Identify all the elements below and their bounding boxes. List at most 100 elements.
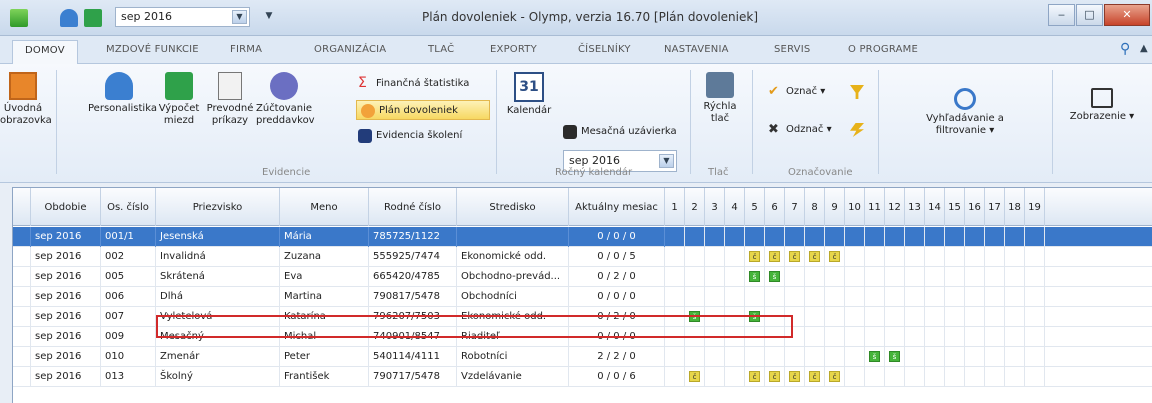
day-cell[interactable] <box>925 307 945 327</box>
day-cell[interactable] <box>925 247 945 267</box>
day-cell[interactable] <box>1025 247 1045 267</box>
flash-icon[interactable] <box>850 120 866 140</box>
day-cell[interactable] <box>965 247 985 267</box>
column-meno[interactable]: Meno <box>280 188 369 226</box>
column-day[interactable]: 19 <box>1025 188 1045 226</box>
cell-os-cislo[interactable]: 007 <box>101 307 156 327</box>
collapse-ribbon-icon[interactable]: ▲ <box>1140 43 1148 54</box>
employee-grid[interactable]: Obdobie Os. číslo Priezvisko Meno Rodné … <box>12 187 1152 403</box>
column-day[interactable]: 15 <box>945 188 965 226</box>
column-obdobie[interactable]: Obdobie <box>31 188 101 226</box>
day-cell[interactable] <box>845 367 865 387</box>
day-cell[interactable] <box>785 267 805 287</box>
cell-obdobie[interactable]: sep 2016 <box>31 307 101 327</box>
day-cell[interactable] <box>825 347 845 367</box>
cell-obdobie[interactable]: sep 2016 <box>31 267 101 287</box>
day-cell[interactable] <box>1025 307 1045 327</box>
cell-obdobie[interactable]: sep 2016 <box>31 327 101 347</box>
zuctovanie-preddavkov-button[interactable]: Zúčtovanie preddavkov <box>256 72 315 127</box>
day-cell[interactable] <box>785 287 805 307</box>
day-cell[interactable] <box>1005 347 1025 367</box>
day-cell[interactable] <box>725 247 745 267</box>
day-cell[interactable] <box>965 347 985 367</box>
day-cell[interactable] <box>665 367 685 387</box>
cell-stredisko[interactable]: Robotníci <box>457 347 569 367</box>
day-cell[interactable] <box>985 367 1005 387</box>
tab-servis[interactable]: SERVIS <box>774 44 810 55</box>
day-cell[interactable] <box>945 227 965 247</box>
cell-rodne-cislo[interactable]: 540114/4111 <box>369 347 457 367</box>
day-cell[interactable] <box>845 267 865 287</box>
day-cell[interactable] <box>765 287 785 307</box>
row-indicator[interactable] <box>13 327 31 347</box>
tab-exporty[interactable]: EXPORTY <box>490 44 537 55</box>
day-cell[interactable] <box>945 347 965 367</box>
day-cell[interactable]: č <box>805 247 825 267</box>
day-cell[interactable] <box>685 347 705 367</box>
day-cell[interactable] <box>945 287 965 307</box>
cell-obdobie[interactable]: sep 2016 <box>31 367 101 387</box>
day-cell[interactable] <box>985 247 1005 267</box>
day-cell[interactable] <box>1005 247 1025 267</box>
day-cell[interactable]: č <box>825 247 845 267</box>
odznac-button[interactable]: ✖ Odznač ▾ <box>768 120 832 140</box>
cell-os-cislo[interactable]: 005 <box>101 267 156 287</box>
day-cell[interactable] <box>1025 287 1045 307</box>
tab-tlac[interactable]: TLAČ <box>428 44 454 55</box>
cell-os-cislo[interactable]: 010 <box>101 347 156 367</box>
day-cell[interactable] <box>825 267 845 287</box>
vyhladavanie-button[interactable]: Vyhľadávanie a filtrovanie ▾ <box>910 88 1020 137</box>
day-cell[interactable] <box>865 247 885 267</box>
day-cell[interactable] <box>825 227 845 247</box>
day-cell[interactable] <box>725 347 745 367</box>
day-cell[interactable]: č <box>745 367 765 387</box>
cell-stredisko[interactable]: Obchodno-prevád... <box>457 267 569 287</box>
column-day[interactable]: 1 <box>665 188 685 226</box>
day-cell[interactable] <box>985 267 1005 287</box>
chevron-down-icon[interactable]: ▼ <box>232 10 247 24</box>
day-cell[interactable] <box>705 227 725 247</box>
day-cell[interactable] <box>705 247 725 267</box>
day-cell[interactable] <box>825 327 845 347</box>
person-icon[interactable] <box>60 9 78 27</box>
cell-obdobie[interactable]: sep 2016 <box>31 287 101 307</box>
day-cell[interactable] <box>945 367 965 387</box>
tab-organizacia[interactable]: ORGANIZÁCIA <box>314 44 386 55</box>
column-day[interactable]: 14 <box>925 188 945 226</box>
column-day[interactable]: 7 <box>785 188 805 226</box>
vypocet-miezd-button[interactable]: Výpočet miezd <box>156 72 202 127</box>
day-cell[interactable] <box>865 367 885 387</box>
column-day[interactable]: 5 <box>745 188 765 226</box>
column-aktualny-mesiac[interactable]: Aktuálny mesiac <box>569 188 665 226</box>
day-cell[interactable] <box>965 287 985 307</box>
day-cell[interactable] <box>985 307 1005 327</box>
day-cell[interactable] <box>965 227 985 247</box>
day-cell[interactable] <box>945 327 965 347</box>
day-cell[interactable] <box>805 327 825 347</box>
cell-aktualny-mesiac[interactable]: 0 / 2 / 0 <box>569 267 665 287</box>
column-day[interactable]: 3 <box>705 188 725 226</box>
day-cell[interactable] <box>1025 227 1045 247</box>
day-cell[interactable] <box>865 267 885 287</box>
column-day[interactable]: 17 <box>985 188 1005 226</box>
search-icon[interactable]: ⚲ <box>1120 41 1130 57</box>
day-cell[interactable] <box>885 287 905 307</box>
day-cell[interactable] <box>965 327 985 347</box>
filter-icon[interactable] <box>850 82 866 102</box>
uvodna-obrazovka-button[interactable]: Úvodná obrazovka <box>0 72 52 127</box>
day-cell[interactable] <box>865 227 885 247</box>
table-row[interactable]: sep 2016 005 Skrátená Eva 665420/4785 Obchodn… <box>13 267 1152 287</box>
cell-meno[interactable]: Mária <box>280 227 369 247</box>
day-cell[interactable] <box>1025 347 1045 367</box>
row-indicator[interactable] <box>13 367 31 387</box>
cell-obdobie[interactable]: sep 2016 <box>31 347 101 367</box>
cell-aktualny-mesiac[interactable]: 0 / 0 / 6 <box>569 367 665 387</box>
column-day[interactable]: 12 <box>885 188 905 226</box>
day-cell[interactable]: č <box>785 367 805 387</box>
day-cell[interactable] <box>925 267 945 287</box>
day-cell[interactable] <box>945 307 965 327</box>
day-cell[interactable] <box>725 227 745 247</box>
day-cell[interactable]: š <box>865 347 885 367</box>
day-cell[interactable] <box>945 267 965 287</box>
day-cell[interactable] <box>745 287 765 307</box>
